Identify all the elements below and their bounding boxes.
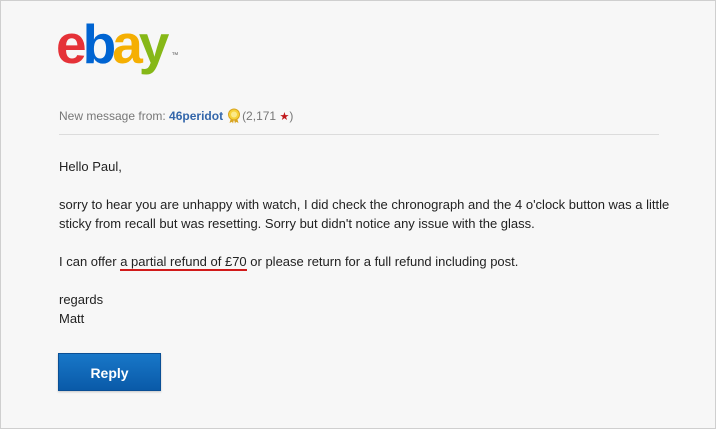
- feedback-score[interactable]: (2,171: [242, 109, 276, 123]
- reply-button[interactable]: Reply: [58, 353, 161, 391]
- message-paragraph-1: sorry to hear you are unhappy with watch…: [59, 197, 670, 231]
- email-frame: ebay ™ New message from: 46peridot (2,171…: [0, 0, 716, 429]
- paragraph-2-start: I can offer: [59, 254, 121, 269]
- seller-medal-icon: [226, 108, 242, 124]
- header-divider: [59, 134, 659, 135]
- message-greeting: Hello Paul,: [59, 159, 122, 174]
- ebay-logo: ebay ™: [56, 13, 178, 75]
- message-signoff: regards: [59, 292, 104, 307]
- logo-letter-e: e: [56, 13, 87, 75]
- feedback-star-icon: ★: [279, 111, 290, 123]
- header-prefix: New message from:: [59, 109, 166, 123]
- message-body: Hello Paul, sorry to hear you are unhapp…: [59, 157, 679, 328]
- partial-refund-highlight: a partial refund of £70: [120, 254, 247, 271]
- logo-letter-b: b: [82, 13, 117, 75]
- message-signature: Matt: [59, 311, 85, 326]
- paragraph-2-end: or please return for a full refund inclu…: [246, 254, 519, 269]
- message-paragraph-2: I can offer a partial refund of £70 or p…: [59, 252, 679, 271]
- feedback-close-paren: ): [289, 109, 294, 123]
- message-header: New message from: 46peridot (2,171 ★): [59, 108, 293, 125]
- logo-letter-y: y: [138, 13, 170, 75]
- trademark-mark: ™: [171, 52, 179, 59]
- sender-username-link[interactable]: 46peridot: [169, 109, 223, 123]
- logo-letter-a: a: [112, 13, 143, 75]
